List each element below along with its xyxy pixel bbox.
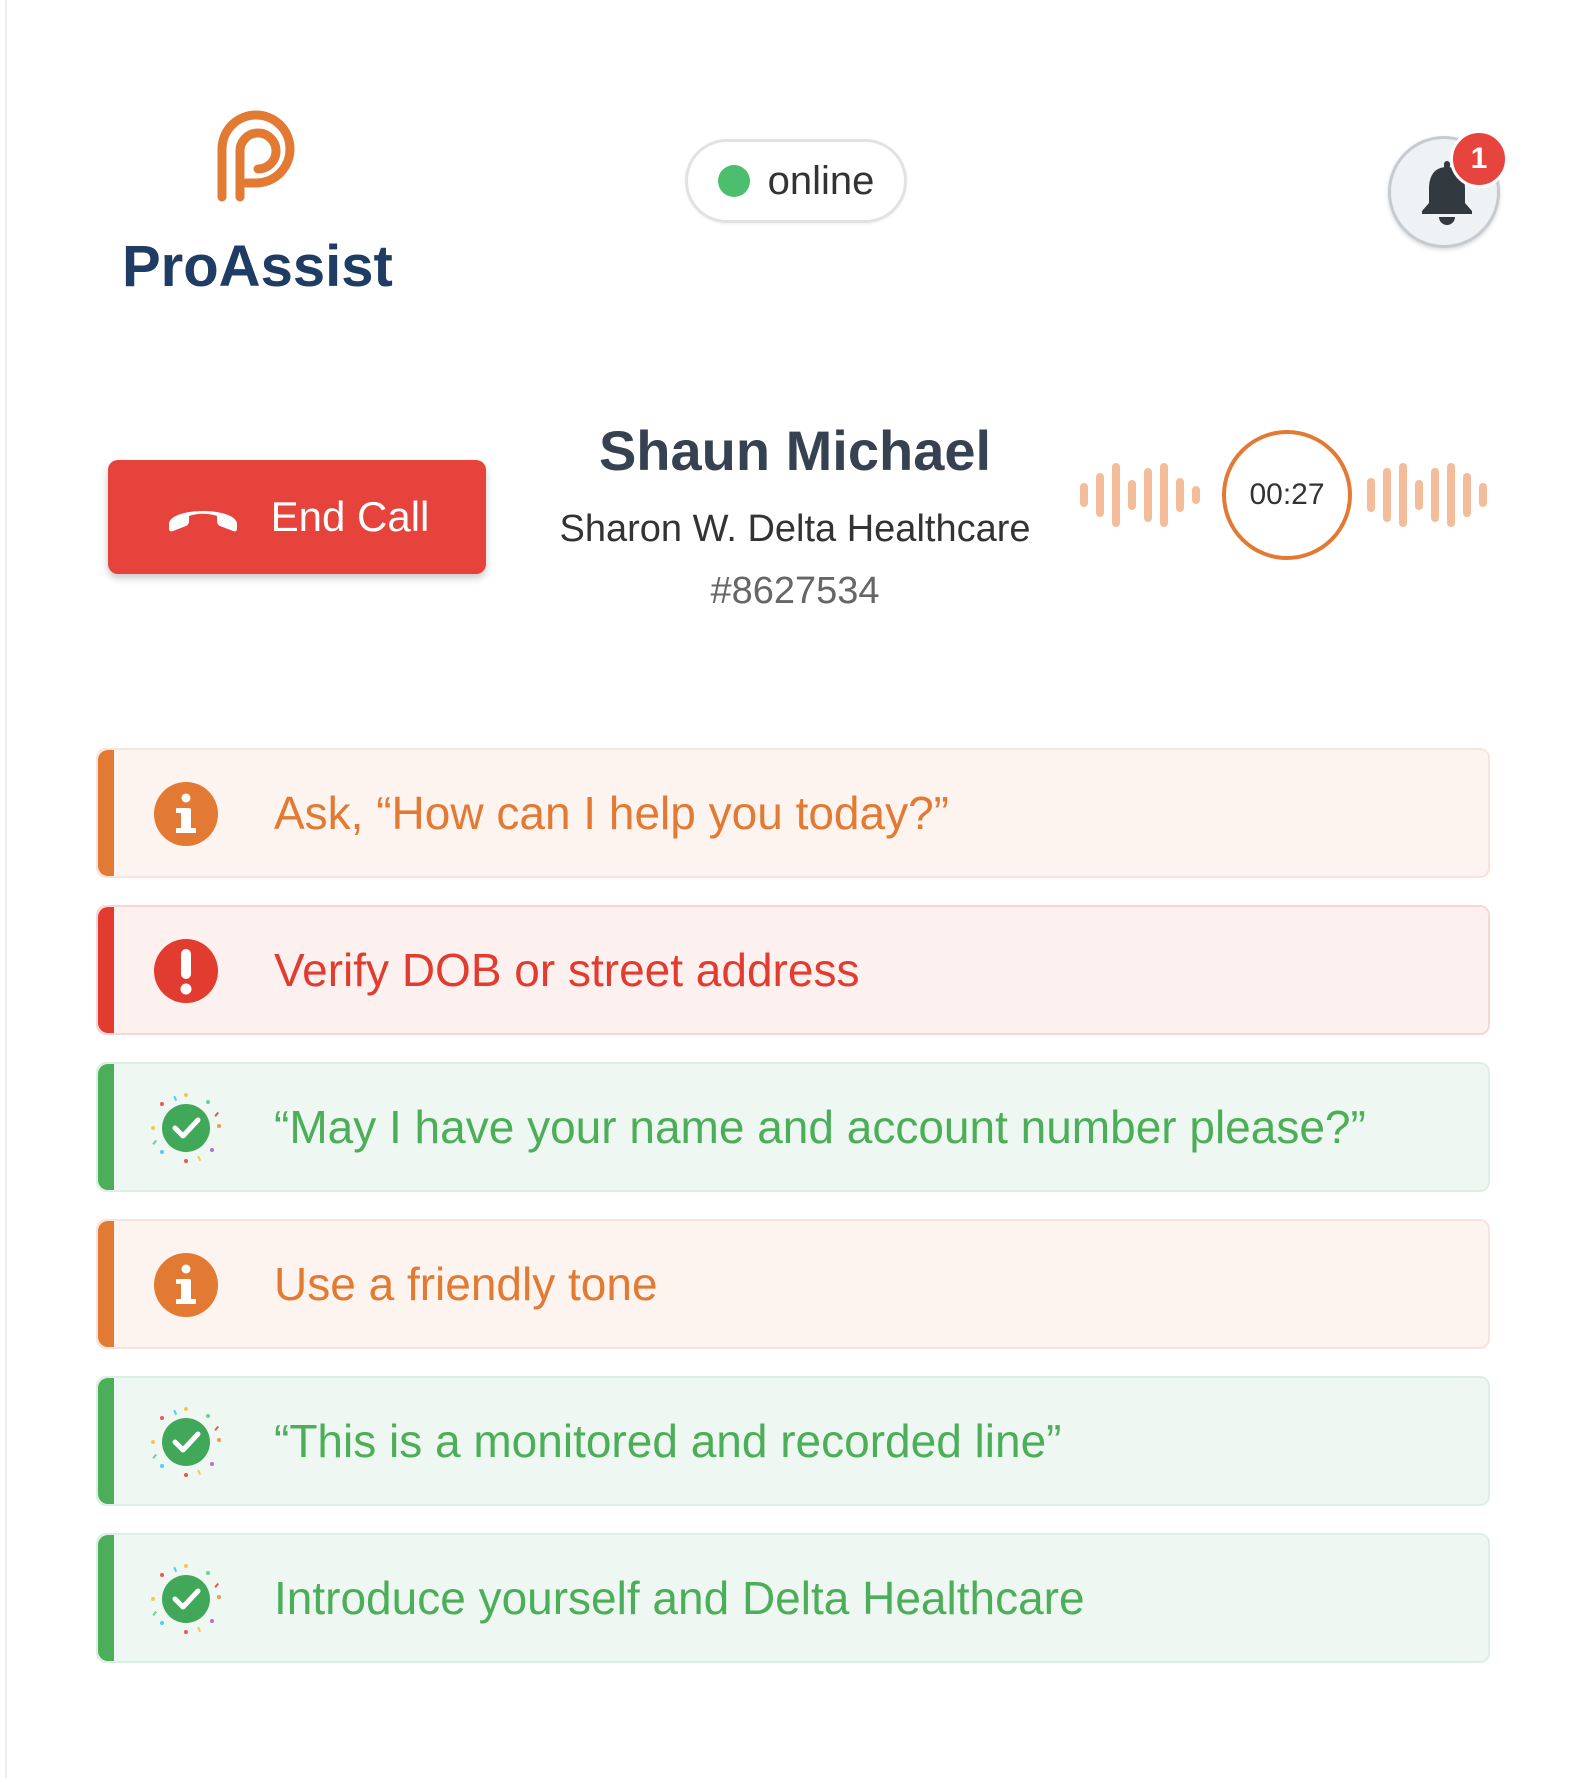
app-window: ProAssist online 1 End Call Shaun Michae… bbox=[0, 0, 1588, 1778]
task-text: Use a friendly tone bbox=[274, 1258, 658, 1310]
notification-count-badge: 1 bbox=[1450, 130, 1508, 188]
proassist-logo-icon bbox=[217, 110, 295, 202]
task-item[interactable]: “May I have your name and account number… bbox=[96, 1062, 1490, 1192]
audio-waveform-right-icon bbox=[1367, 463, 1487, 527]
task-text: Verify DOB or street address bbox=[274, 944, 860, 996]
status-label: online bbox=[767, 158, 875, 203]
audio-waveform-left-icon bbox=[1080, 463, 1200, 527]
task-item[interactable]: Verify DOB or street address bbox=[96, 905, 1490, 1035]
task-item[interactable]: “This is a monitored and recorded line” bbox=[96, 1376, 1490, 1506]
task-item[interactable]: Ask, “How can I help you today?” bbox=[96, 748, 1490, 878]
task-text: “May I have your name and account number… bbox=[274, 1101, 1366, 1153]
end-call-label: End Call bbox=[270, 493, 430, 540]
caller-name: Shaun Michael bbox=[598, 419, 992, 482]
window-edge bbox=[5, 0, 7, 1778]
task-item[interactable]: Use a friendly tone bbox=[96, 1219, 1490, 1349]
end-call-button[interactable]: End Call bbox=[108, 460, 486, 574]
phone-hangup-icon bbox=[168, 511, 237, 532]
info-icon bbox=[154, 1253, 218, 1317]
call-timer: 00:27 bbox=[1222, 430, 1352, 560]
brand-name: ProAssist bbox=[122, 234, 393, 299]
task-item[interactable]: Introduce yourself and Delta Healthcare bbox=[96, 1533, 1490, 1663]
alert-icon bbox=[154, 939, 218, 1003]
check-celebrate-icon bbox=[151, 1564, 221, 1634]
task-text: “This is a monitored and recorded line” bbox=[274, 1415, 1062, 1467]
status-dot-icon bbox=[717, 165, 750, 197]
guidance-checklist: Ask, “How can I help you today?” Verify … bbox=[96, 748, 1490, 1690]
check-celebrate-icon bbox=[151, 1093, 221, 1163]
caller-organization: Sharon W. Delta Healthcare bbox=[559, 508, 1031, 550]
task-text: Introduce yourself and Delta Healthcare bbox=[274, 1572, 1085, 1624]
info-icon bbox=[154, 782, 218, 846]
status-badge[interactable]: online bbox=[685, 139, 907, 223]
task-text: Ask, “How can I help you today?” bbox=[274, 787, 949, 839]
caller-account-id: #8627534 bbox=[710, 570, 880, 612]
check-celebrate-icon bbox=[151, 1407, 221, 1477]
brand-logo: ProAssist bbox=[120, 105, 410, 305]
